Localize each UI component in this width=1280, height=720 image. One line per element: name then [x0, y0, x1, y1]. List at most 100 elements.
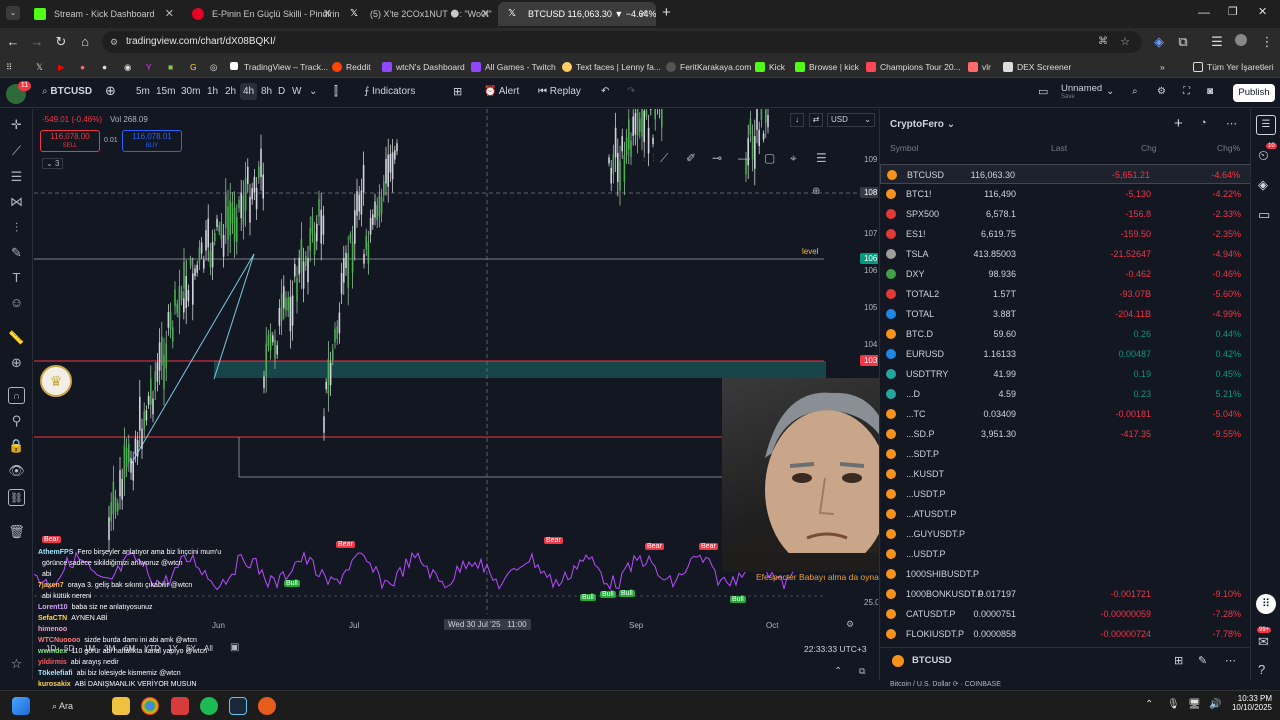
watchlist-row[interactable]: SPX500 6,578.1 -156.8 -2.33%	[880, 204, 1251, 224]
trend-line-icon[interactable]: ⟋	[8, 142, 25, 159]
watchlist-row[interactable]: ...USDT.P	[880, 484, 1251, 504]
ruler-icon[interactable]: 📏	[8, 329, 25, 346]
watchlist-row[interactable]: DXY 98.936 -0.462 -0.46%	[880, 264, 1251, 284]
browser-menu-icon[interactable]: ⋮	[1258, 33, 1276, 51]
layout-icon[interactable]: ▭	[1038, 85, 1048, 98]
grid-view-icon[interactable]: ⊞	[1174, 654, 1183, 667]
templates-icon[interactable]: ⊞	[453, 85, 462, 98]
chat-icon[interactable]: ▭	[1258, 207, 1270, 223]
buy-button[interactable]: 116,078.01 BUY	[122, 130, 182, 152]
tab-kick-dashboard[interactable]: Stream - Kick Dashboard ✕	[24, 2, 182, 26]
redo-button[interactable]: ↷	[627, 86, 635, 97]
layout-dropdown-icon[interactable]: ⌄	[1106, 86, 1114, 97]
microphone-icon[interactable]: 🎙	[1167, 699, 1180, 710]
watchlist-row[interactable]: ...KUSDT	[880, 464, 1251, 484]
more-options-icon[interactable]: ⋯	[1225, 654, 1236, 667]
extensions-puzzle-icon[interactable]: ⧉	[1174, 33, 1192, 51]
replay-button[interactable]: ⏮ Replay	[538, 86, 581, 97]
tab-tradingview[interactable]: 𝕏 BTCUSD 116,063.30 ▼ −4.64% | ✕	[498, 2, 656, 26]
watchlist-row[interactable]: 1000SHIBUSDT.P	[880, 564, 1251, 584]
bookmark-dexscreener[interactable]: DEX Screener	[1003, 60, 1071, 74]
extension-icon[interactable]: ◈	[1150, 33, 1168, 51]
app-icon[interactable]	[171, 697, 189, 715]
watchlist-row[interactable]: ...GUYUSDT.P	[880, 524, 1251, 544]
timeframe-w[interactable]: W	[292, 86, 301, 97]
ray-icon[interactable]: —	[738, 151, 750, 165]
watchlist-row[interactable]: ...ATUSDT.P	[880, 504, 1251, 524]
magnet-icon[interactable]: ∩	[8, 387, 25, 404]
maximize-panel-icon[interactable]: ⧉	[859, 666, 865, 677]
translate-icon[interactable]: ⌘	[1098, 31, 1108, 53]
text-icon[interactable]: T	[8, 269, 25, 286]
bookmark-icon[interactable]: ●	[80, 60, 85, 74]
watchlist-row[interactable]: BTCUSD 116,063.30 -5,651.21 -4.64%	[880, 164, 1251, 184]
chart-type-icon[interactable]: ⫿	[334, 84, 338, 99]
timeframe-4h-active[interactable]: 4h	[240, 83, 258, 100]
download-icon[interactable]: ↓	[790, 113, 804, 127]
tab-search-button[interactable]: ⌄	[6, 6, 20, 20]
alerts-clock-icon[interactable]: ⏲	[1258, 147, 1269, 164]
all-bookmarks[interactable]: Tüm Yer İşaretleri	[1193, 60, 1274, 74]
watchlist-row[interactable]: TOTAL2 1.57T -93.07B -5.60%	[880, 284, 1251, 304]
tab-epin[interactable]: E-Pinin En Güçlü Skilli - Pindirin ✕	[182, 2, 340, 26]
crosshair-tool-icon[interactable]: ⌖	[790, 151, 797, 166]
watchlist-row[interactable]: CATUSDT.P 0.0000751 -0.00000059 -7.28%	[880, 604, 1251, 624]
youtube-bookmark-icon[interactable]: ▶	[58, 60, 65, 74]
yahoo-bookmark-icon[interactable]: Y	[146, 60, 152, 74]
rectangle-icon[interactable]: ▢	[764, 151, 775, 165]
bookmark-feritkarakaya[interactable]: FeritKarakaya.com	[666, 60, 751, 74]
add-alert-icon[interactable]: ⊕	[812, 186, 820, 197]
watchlist-row[interactable]: USDTTRY 41.99 0.19 0.45%	[880, 364, 1251, 384]
bookmark-icon[interactable]: G	[190, 60, 197, 74]
bookmark-kick[interactable]: Kick	[755, 60, 785, 74]
camera-screenshot-icon[interactable]: ◙	[1207, 86, 1213, 97]
lock-drawing-icon[interactable]: ⚲	[8, 412, 25, 429]
quick-search-icon[interactable]: ⌕	[1132, 86, 1138, 97]
sell-button[interactable]: 116,078.00 SELL	[40, 130, 100, 152]
edit-icon[interactable]: ✎	[1198, 654, 1207, 667]
profile-avatar[interactable]	[1232, 33, 1250, 51]
x-bookmark-icon[interactable]: 𝕏	[36, 60, 43, 74]
lock-icon[interactable]: 🔒	[8, 437, 25, 454]
minimize-button[interactable]: —	[1198, 5, 1210, 19]
indicators-button[interactable]: ⨍ Indicators	[364, 86, 415, 97]
watchlist-row[interactable]: ES1! 6,619.75 -159.50 -2.35%	[880, 224, 1251, 244]
date-range-calendar-icon[interactable]: ▣	[230, 642, 239, 653]
bookmark-star-icon[interactable]: ☆	[1120, 31, 1130, 53]
layout-name[interactable]: Unnamed Save	[1061, 83, 1102, 100]
timeframe-30m[interactable]: 30m	[181, 86, 200, 97]
link-icon[interactable]: ⛓	[8, 489, 25, 506]
line-tool-icon[interactable]: ⟋	[660, 151, 668, 166]
close-icon[interactable]: ✕	[639, 2, 648, 26]
watchlist-row[interactable]: EURUSD 1.16133 0.00487 0.42%	[880, 344, 1251, 364]
windows-start-icon[interactable]	[12, 697, 30, 715]
steam-icon[interactable]	[229, 697, 247, 715]
taskbar-clock[interactable]: 10:33 PM 10/10/2025	[1222, 694, 1272, 712]
bookmark-icon[interactable]: ●	[102, 60, 107, 74]
projection-icon[interactable]: ⫶	[8, 219, 25, 236]
watchlist-row[interactable]: ...SD.P 3,951.30 -417.35 -9.55%	[880, 424, 1251, 444]
close-window-button[interactable]: ✕	[1258, 5, 1267, 18]
watchlist-row[interactable]: ...D 4.59 0.23 5.21%	[880, 384, 1251, 404]
header-symbol[interactable]: Symbol	[890, 143, 918, 153]
forward-button[interactable]: →	[28, 33, 46, 51]
bookmark-reddit[interactable]: Reddit	[332, 60, 371, 74]
bookmark-vlr[interactable]: vlr	[968, 60, 991, 74]
timeframe-8h[interactable]: 8h	[261, 86, 272, 97]
watchlist-row[interactable]: BTC.D 59.60 0.26 0.44%	[880, 324, 1251, 344]
apps-grid-icon[interactable]: ⠿	[1256, 594, 1276, 614]
timeframe-2h[interactable]: 2h	[225, 86, 236, 97]
watchlist-row[interactable]: TOTAL 3.88T -204.11B -4.99%	[880, 304, 1251, 324]
indicators-collapse[interactable]: ⌄ 3	[42, 158, 64, 169]
emoji-icon[interactable]: ☺	[8, 294, 25, 311]
timeframe-15m[interactable]: 15m	[156, 86, 175, 97]
close-icon[interactable]: ✕	[323, 2, 332, 26]
watchlist-row[interactable]: ...USDT.P	[880, 544, 1251, 564]
crosshair-icon[interactable]: ✛	[8, 116, 25, 133]
chrome-icon[interactable]	[141, 697, 159, 715]
tray-overflow-icon[interactable]: ⌃	[1145, 699, 1153, 710]
brush-tool-icon[interactable]: ✐	[686, 151, 696, 165]
watchlist-row[interactable]: BTC1! 116,490 -5,130 -4.22%	[880, 184, 1251, 204]
watchlist-row[interactable]: ...SDT.P	[880, 444, 1251, 464]
bookmark-tradingview[interactable]: TradingView – Track...	[230, 60, 328, 74]
